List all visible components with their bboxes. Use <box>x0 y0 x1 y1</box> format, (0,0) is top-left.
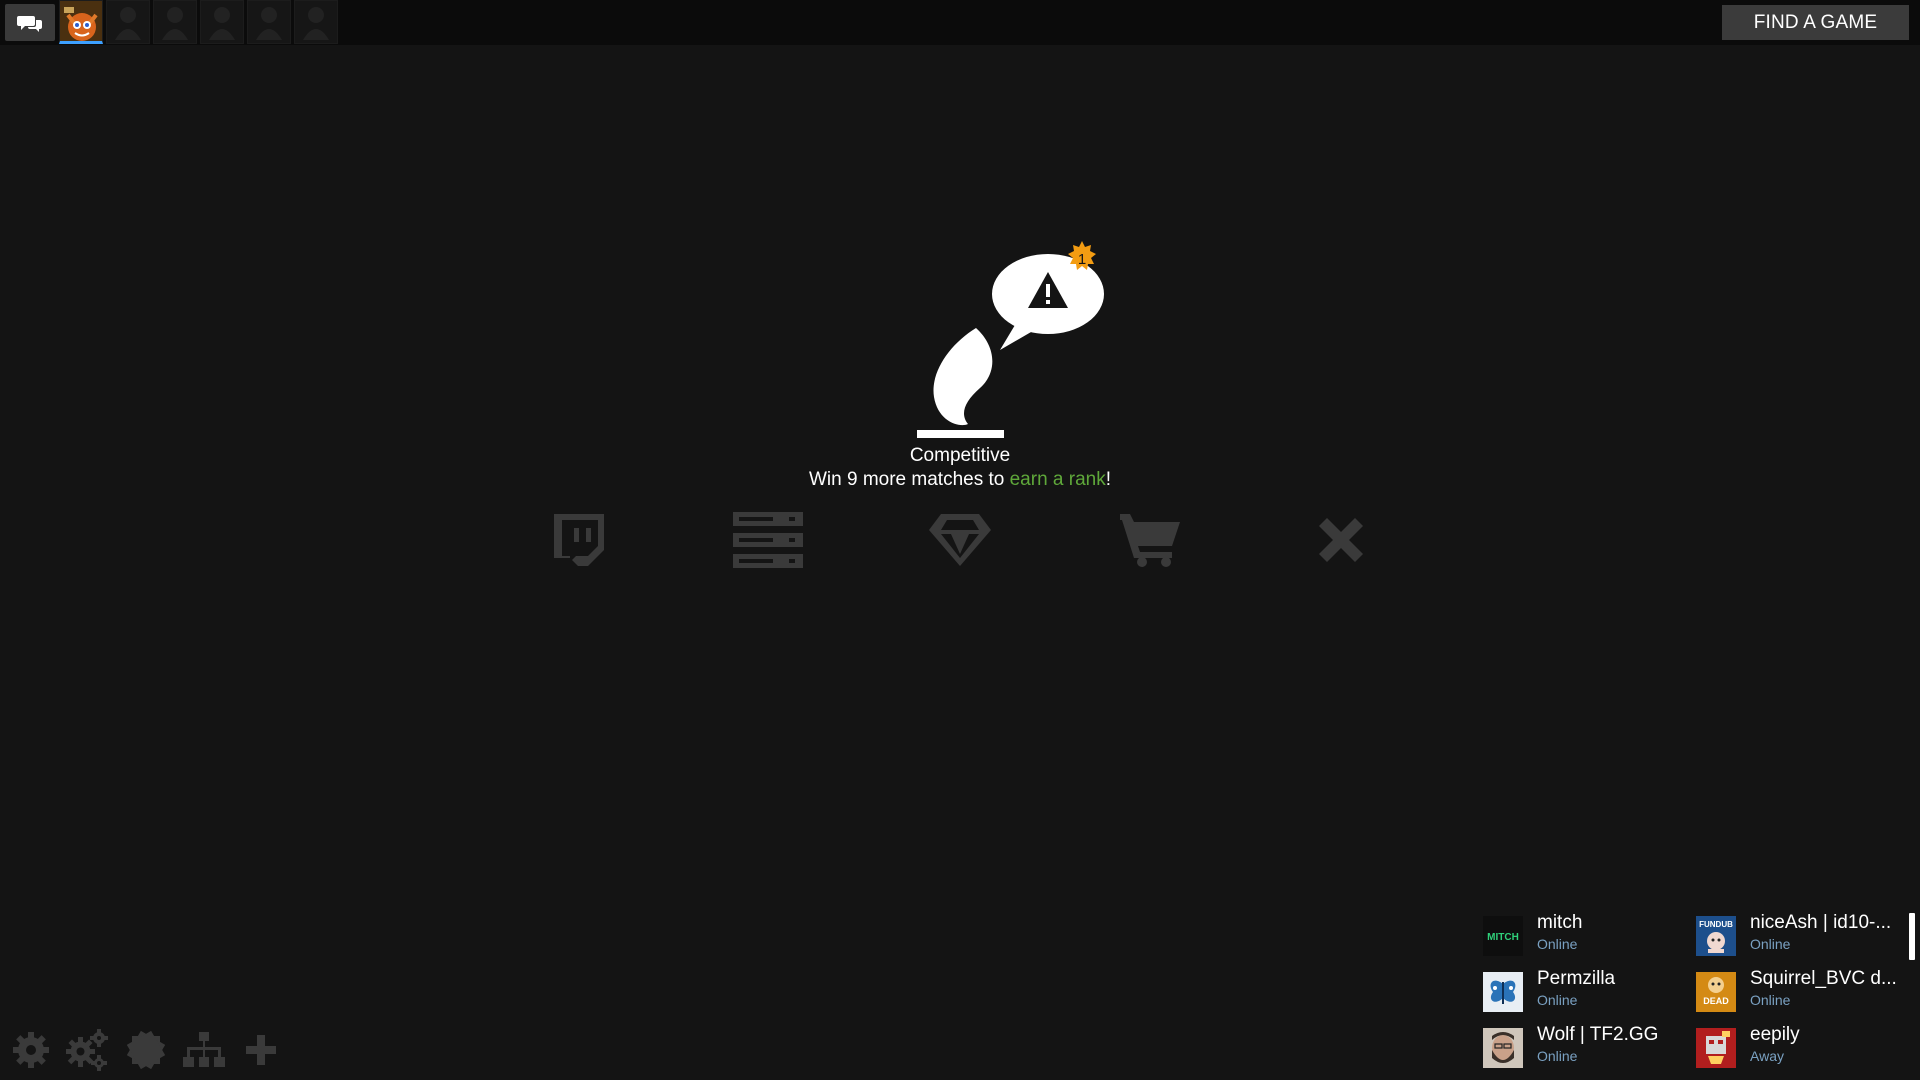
party-slot-empty[interactable] <box>294 0 338 44</box>
friend-status: Online <box>1537 936 1578 952</box>
avatar-label: DEAD <box>1703 996 1729 1006</box>
party-slot-player[interactable] <box>59 0 103 44</box>
friend-name: niceAsh | id10-... <box>1750 912 1892 933</box>
top-bar: FIND A GAME <box>0 0 1920 45</box>
empty-slot-icon <box>256 7 282 40</box>
player-avatar <box>60 1 102 41</box>
friend-item[interactable]: Wolf | TF2.GG Online <box>1483 1022 1693 1070</box>
avatar: DEAD <box>1696 972 1736 1012</box>
quit-button[interactable] <box>1306 505 1376 575</box>
close-icon <box>1319 518 1363 562</box>
friend-item[interactable]: FUNDUB niceAsh | id10-... Online <box>1696 910 1906 958</box>
friend-status: Online <box>1750 992 1791 1008</box>
friend-name: mitch <box>1537 912 1583 933</box>
avatar: FUNDUB <box>1696 916 1736 956</box>
empty-slot-icon <box>162 7 188 40</box>
diamond-icon <box>929 514 991 566</box>
server-list-icon <box>733 512 803 568</box>
twitch-button[interactable] <box>543 505 613 575</box>
friend-status: Online <box>1537 1048 1578 1064</box>
party-slot-empty[interactable] <box>247 0 291 44</box>
badge-button[interactable] <box>124 1028 168 1072</box>
party-slot-empty[interactable] <box>106 0 150 44</box>
friend-name: Wolf | TF2.GG <box>1537 1024 1659 1045</box>
avatar-label: MITCH <box>1487 932 1519 943</box>
friend-item[interactable]: Permzilla Online <box>1483 966 1693 1014</box>
notification-count: 1 <box>1078 251 1086 268</box>
advanced-settings-icon <box>66 1029 108 1071</box>
find-a-game-button[interactable]: FIND A GAME <box>1722 5 1909 40</box>
add-button[interactable] <box>239 1028 283 1072</box>
flame-icon <box>933 328 993 426</box>
friend-item[interactable]: DEAD Squirrel_BVC d... Online <box>1696 966 1906 1014</box>
add-icon <box>246 1035 276 1065</box>
premium-button[interactable] <box>925 505 995 575</box>
party-slot-empty[interactable] <box>200 0 244 44</box>
cart-icon <box>1120 514 1180 567</box>
pedestal-bar <box>917 430 1004 438</box>
network-icon <box>183 1032 225 1067</box>
game-mode-title: Competitive <box>909 445 1011 466</box>
avatar: MITCH <box>1483 916 1523 956</box>
avatar <box>1483 972 1523 1012</box>
empty-slot-icon <box>115 7 141 40</box>
empty-slot-icon <box>303 7 329 40</box>
advanced-settings-button[interactable] <box>66 1028 110 1072</box>
settings-button[interactable] <box>9 1028 53 1072</box>
friends-scrollbar[interactable] <box>1909 913 1915 960</box>
settings-icon <box>13 1032 49 1068</box>
chat-bubbles-icon <box>17 15 42 32</box>
friend-status: Online <box>1537 992 1578 1008</box>
chat-button[interactable] <box>5 4 55 41</box>
network-button[interactable] <box>182 1028 226 1072</box>
avatar <box>1696 1028 1736 1068</box>
friend-status: Away <box>1750 1048 1784 1064</box>
rank-text-suffix: ! <box>1105 469 1112 490</box>
empty-slot-icon <box>209 7 235 40</box>
friend-item[interactable]: MITCH mitch Online <box>1483 910 1693 958</box>
avatar <box>1483 1028 1523 1068</box>
friend-name: Squirrel_BVC d... <box>1750 968 1897 989</box>
badge-icon <box>127 1031 165 1069</box>
party-slot-empty[interactable] <box>153 0 197 44</box>
rank-text-prefix: Win 9 more matches to <box>808 469 1010 490</box>
rank-progress-text: Win 9 more matches to earn a rank! <box>660 469 1260 491</box>
store-button[interactable] <box>1116 505 1186 575</box>
friend-status: Online <box>1750 936 1791 952</box>
twitch-icon <box>554 514 604 566</box>
friend-name: eepily <box>1750 1024 1800 1045</box>
earn-a-rank-link[interactable]: earn a rank <box>1010 469 1106 490</box>
server-browser-button[interactable] <box>733 505 803 575</box>
avatar-label: FUNDUB <box>1699 920 1733 929</box>
friend-name: Permzilla <box>1537 968 1616 989</box>
competitive-rank-graphic[interactable]: 1 <box>880 232 1120 442</box>
friend-item[interactable]: eepily Away <box>1696 1022 1906 1070</box>
